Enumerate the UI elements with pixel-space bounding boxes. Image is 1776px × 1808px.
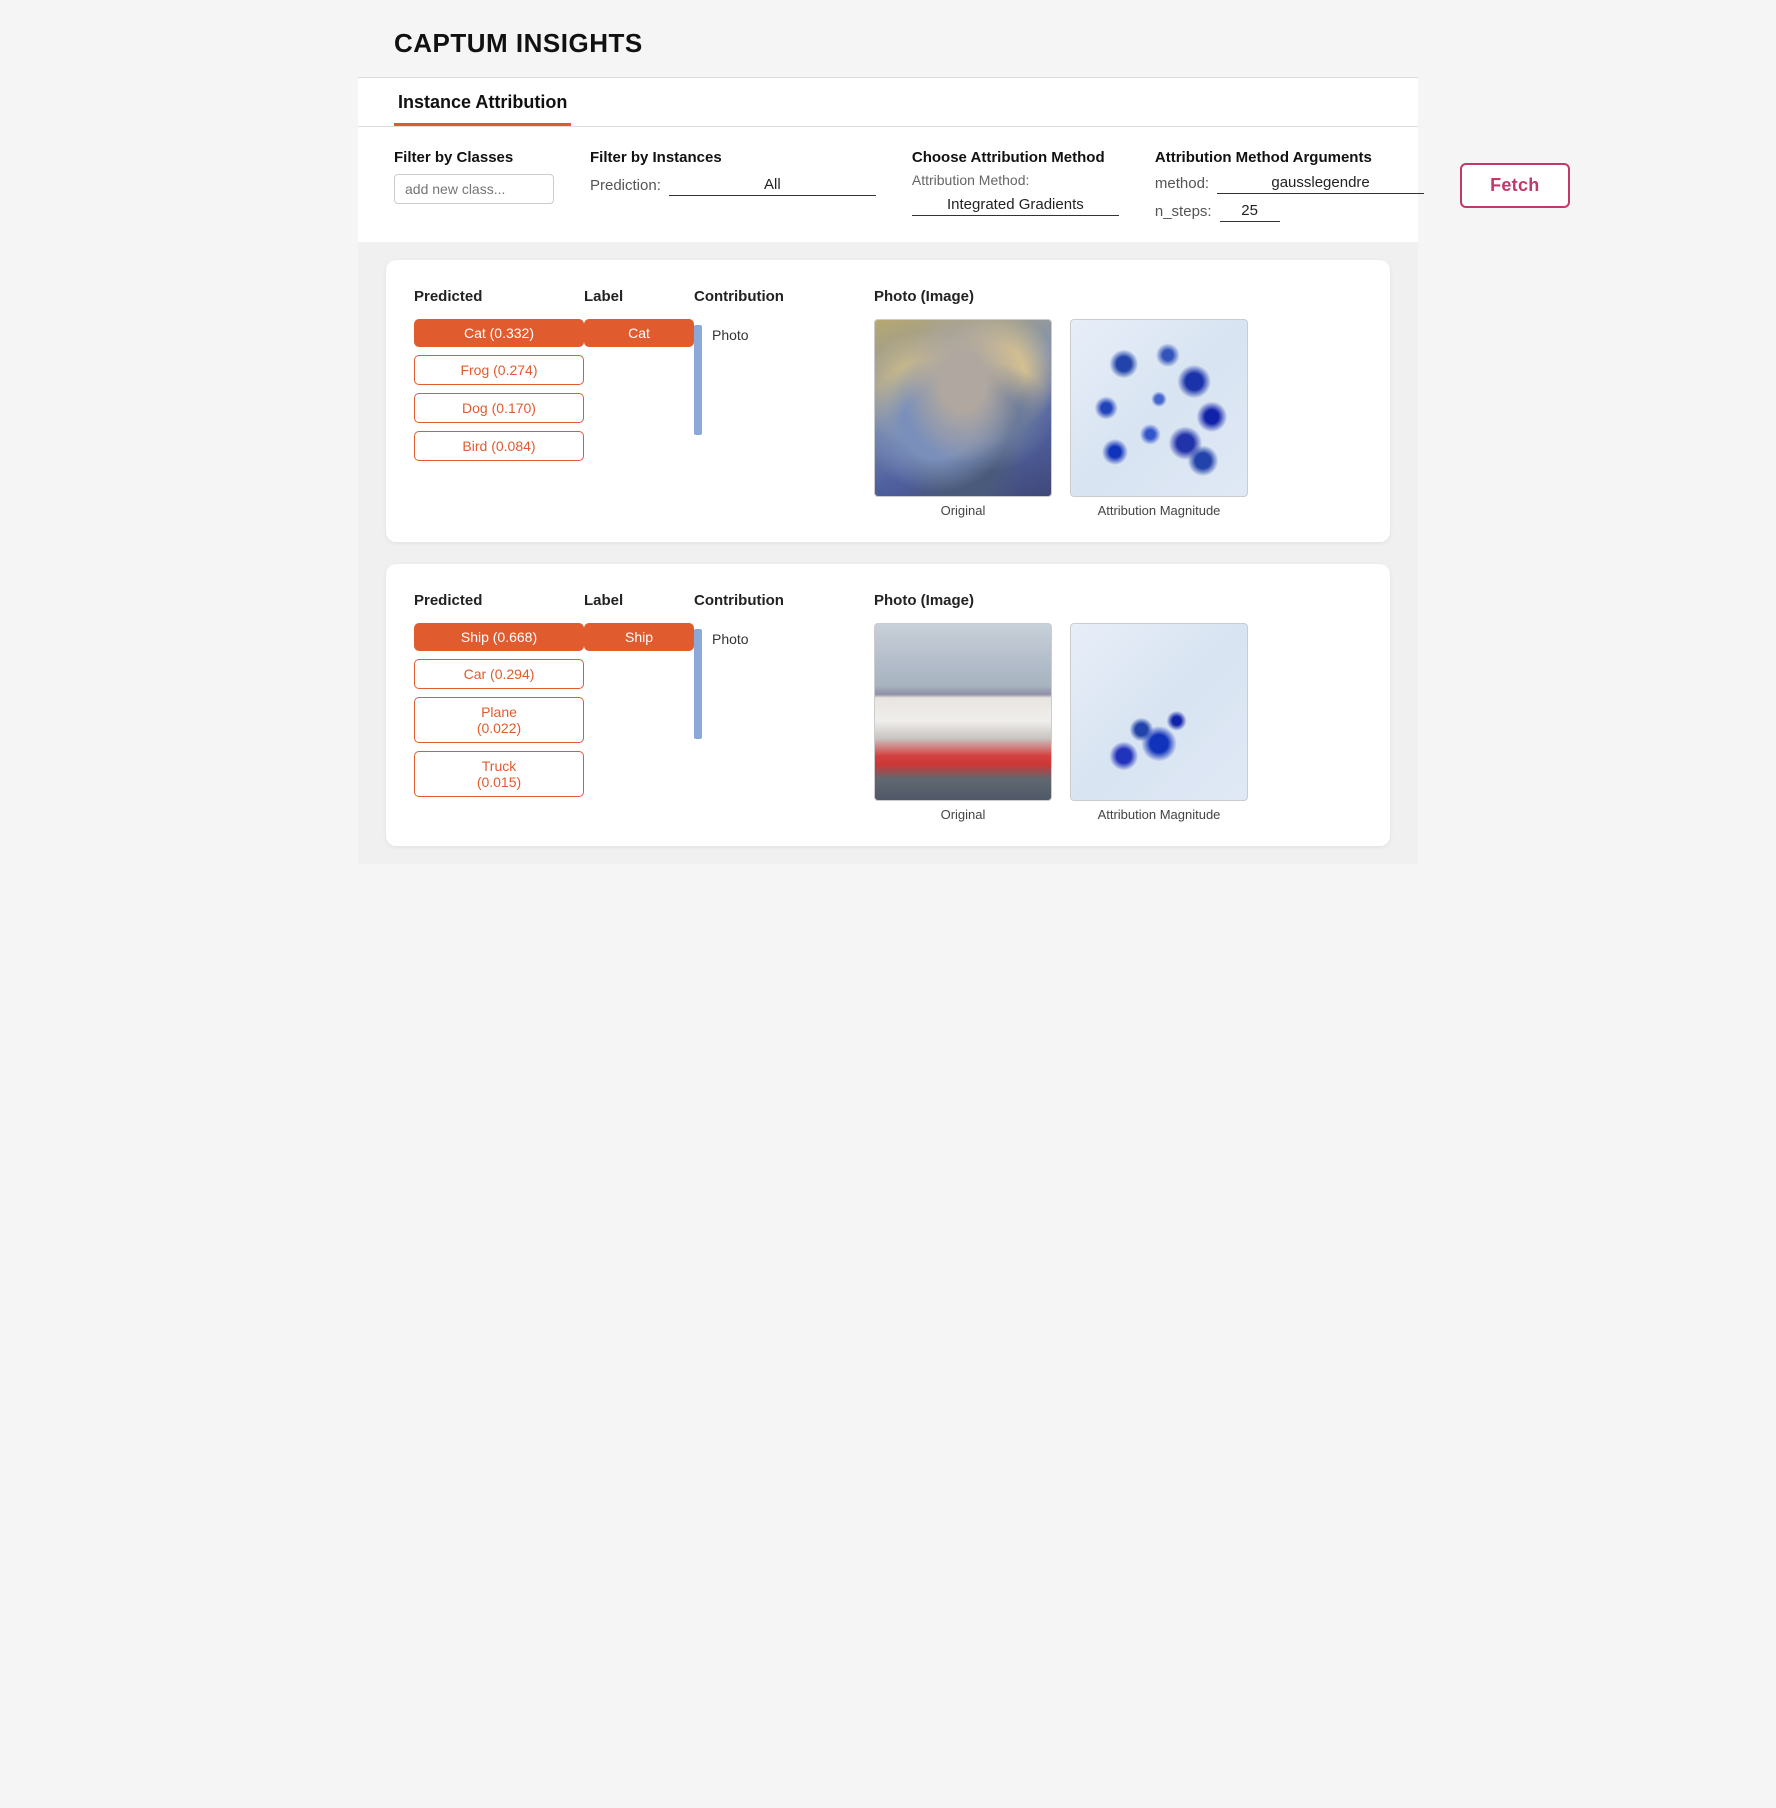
attribution-method-input[interactable] <box>912 194 1119 216</box>
orig-photo-1: Original <box>874 319 1052 518</box>
nsteps-label: n_steps: <box>1155 203 1212 220</box>
nsteps-input[interactable] <box>1220 200 1280 222</box>
app-title: CAPTUM INSIGHTS <box>394 28 1382 59</box>
col-contribution-header-2: Contribution <box>694 592 874 609</box>
orig-image-1 <box>874 319 1052 497</box>
prediction-badge-2-0[interactable]: Ship (0.668) <box>414 623 584 651</box>
prediction-badge-1-1[interactable]: Frog (0.274) <box>414 355 584 385</box>
filter-classes-group: Filter by Classes <box>394 149 554 204</box>
attribution-method-row: Attribution Method: <box>912 172 1119 188</box>
contrib-text-2: Photo <box>712 629 749 647</box>
prediction-badge-2-2[interactable]: Plane (0.022) <box>414 697 584 743</box>
tab-instance-attribution[interactable]: Instance Attribution <box>394 78 571 126</box>
predicted-col-1: Cat (0.332) Frog (0.274) Dog (0.170) Bir… <box>414 319 584 461</box>
filter-classes-label: Filter by Classes <box>394 149 554 166</box>
predicted-col-2: Ship (0.668) Car (0.294) Plane (0.022) T… <box>414 623 584 797</box>
prediction-badge-1-3[interactable]: Bird (0.084) <box>414 431 584 461</box>
label-badge-2: Ship <box>584 623 694 651</box>
card-1-headers: Predicted Label Contribution Photo (Imag… <box>414 288 1362 305</box>
label-col-1: Cat <box>584 319 694 347</box>
fetch-button[interactable]: Fetch <box>1460 163 1570 208</box>
col-photo-header-1: Photo (Image) <box>874 288 974 305</box>
attr-caption-1: Attribution Magnitude <box>1098 503 1221 518</box>
photo-row-1: Original Attribution Magnitude <box>874 319 1248 518</box>
method-arg-row: method: <box>1155 172 1424 194</box>
label-badge-1: Cat <box>584 319 694 347</box>
col-photo-header-2: Photo (Image) <box>874 592 974 609</box>
result-card-2: Predicted Label Contribution Photo (Imag… <box>386 564 1390 846</box>
col-predicted-header-2: Predicted <box>414 592 584 609</box>
attribution-method-label: Choose Attribution Method <box>912 149 1119 166</box>
cards-area: Predicted Label Contribution Photo (Imag… <box>358 242 1418 864</box>
tab-bar: Instance Attribution <box>358 78 1418 127</box>
card-1-body: Cat (0.332) Frog (0.274) Dog (0.170) Bir… <box>414 319 1362 518</box>
attr-photo-1: Attribution Magnitude <box>1070 319 1248 518</box>
photo-row-2: Original Attribution Magnitude <box>874 623 1248 822</box>
contrib-bar-container-2: Photo <box>694 629 749 739</box>
card-2-body: Ship (0.668) Car (0.294) Plane (0.022) T… <box>414 623 1362 822</box>
photo-col-1: Original Attribution Magnitude <box>874 319 1248 518</box>
orig-image-2 <box>874 623 1052 801</box>
prediction-badge-2-3[interactable]: Truck (0.015) <box>414 751 584 797</box>
prediction-badge-1-0[interactable]: Cat (0.332) <box>414 319 584 347</box>
args-label: Attribution Method Arguments <box>1155 149 1424 166</box>
attribution-method-group: Choose Attribution Method Attribution Me… <box>912 149 1119 216</box>
orig-caption-2: Original <box>941 807 986 822</box>
method-arg-label: method: <box>1155 175 1209 192</box>
col-label-header-2: Label <box>584 592 694 609</box>
contribution-col-2: Photo <box>694 623 874 739</box>
filter-bar: Filter by Classes Filter by Instances Pr… <box>358 127 1418 242</box>
prediction-input[interactable] <box>669 174 876 196</box>
attribution-method-value-row <box>912 194 1119 216</box>
photo-col-2: Original Attribution Magnitude <box>874 623 1248 822</box>
prediction-label: Prediction: <box>590 177 661 194</box>
attr-photo-2: Attribution Magnitude <box>1070 623 1248 822</box>
app-header: CAPTUM INSIGHTS <box>358 0 1418 78</box>
contrib-bar-2 <box>694 629 702 739</box>
prediction-badge-1-2[interactable]: Dog (0.170) <box>414 393 584 423</box>
filter-instances-group: Filter by Instances Prediction: <box>590 149 876 196</box>
prediction-row: Prediction: <box>590 174 876 196</box>
nsteps-arg-row: n_steps: <box>1155 200 1424 222</box>
page-wrapper: CAPTUM INSIGHTS Instance Attribution Fil… <box>358 0 1418 864</box>
col-label-header-1: Label <box>584 288 694 305</box>
orig-photo-2: Original <box>874 623 1052 822</box>
method-arg-input[interactable] <box>1217 172 1424 194</box>
orig-caption-1: Original <box>941 503 986 518</box>
contribution-col-1: Photo <box>694 319 874 435</box>
card-2-headers: Predicted Label Contribution Photo (Imag… <box>414 592 1362 609</box>
attr-caption-2: Attribution Magnitude <box>1098 807 1221 822</box>
prediction-badge-2-1[interactable]: Car (0.294) <box>414 659 584 689</box>
col-contribution-header-1: Contribution <box>694 288 874 305</box>
attr-image-1 <box>1070 319 1248 497</box>
result-card-1: Predicted Label Contribution Photo (Imag… <box>386 260 1390 542</box>
args-group: Attribution Method Arguments method: n_s… <box>1155 149 1424 222</box>
filter-classes-input[interactable] <box>394 174 554 204</box>
contrib-text-1: Photo <box>712 325 749 343</box>
col-predicted-header-1: Predicted <box>414 288 584 305</box>
contrib-bar-1 <box>694 325 702 435</box>
attribution-method-sub-label: Attribution Method: <box>912 172 1030 188</box>
attr-image-2 <box>1070 623 1248 801</box>
contrib-bar-container-1: Photo <box>694 325 749 435</box>
label-col-2: Ship <box>584 623 694 651</box>
filter-instances-label: Filter by Instances <box>590 149 876 166</box>
